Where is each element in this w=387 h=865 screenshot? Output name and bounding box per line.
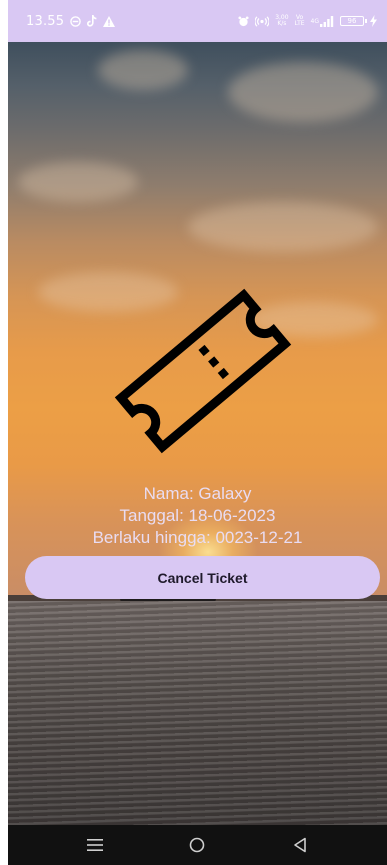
warning-icon [103, 15, 116, 27]
cloud [98, 50, 188, 90]
app-screen: 13.55 3,00 K/s Vo LTE 4G 96 Nama: Galaxy… [0, 0, 387, 865]
status-bar: 13.55 3,00 K/s Vo LTE 4G 96 [8, 0, 387, 42]
hotspot-icon [255, 15, 270, 27]
navigation-bar [8, 825, 387, 865]
alarm-icon [238, 15, 249, 27]
battery-level: 96 [347, 17, 357, 25]
ticket-name: Nama: Galaxy [143, 484, 252, 503]
cancel-ticket-button[interactable]: Cancel Ticket [25, 556, 380, 599]
volte-label: Vo LTE [294, 14, 305, 27]
sea [8, 601, 387, 825]
tiktok-icon [87, 15, 97, 27]
no-disturb-icon [70, 15, 81, 27]
cloud [228, 62, 378, 122]
home-icon [190, 837, 205, 853]
menu-icon [87, 839, 104, 851]
cloud [188, 202, 378, 252]
signal-icon: 4G [310, 15, 334, 27]
back-button[interactable] [285, 830, 315, 860]
battery-icon: 96 [340, 16, 367, 26]
ticket-date: Tanggal: 18-06-2023 [119, 506, 276, 525]
network-speed-unit: K/s [277, 20, 287, 27]
ticket-info: Nama: Galaxy Tanggal: 18-06-2023 Berlaku… [8, 483, 387, 549]
ticket-icon [114, 288, 292, 454]
ticket-valid-until: Berlaku hingga: 0023-12-21 [92, 528, 303, 547]
cloud [18, 162, 138, 202]
status-right: 3,00 K/s Vo LTE 4G 96 [238, 15, 377, 27]
signal-label: 4G [310, 17, 319, 25]
charging-icon [370, 15, 377, 27]
status-time: 13.55 [26, 13, 65, 29]
status-left: 13.55 [26, 13, 116, 29]
back-icon [294, 837, 306, 853]
network-speed: 3,00 K/s [275, 15, 288, 27]
home-button[interactable] [182, 830, 212, 860]
menu-button[interactable] [80, 830, 110, 860]
